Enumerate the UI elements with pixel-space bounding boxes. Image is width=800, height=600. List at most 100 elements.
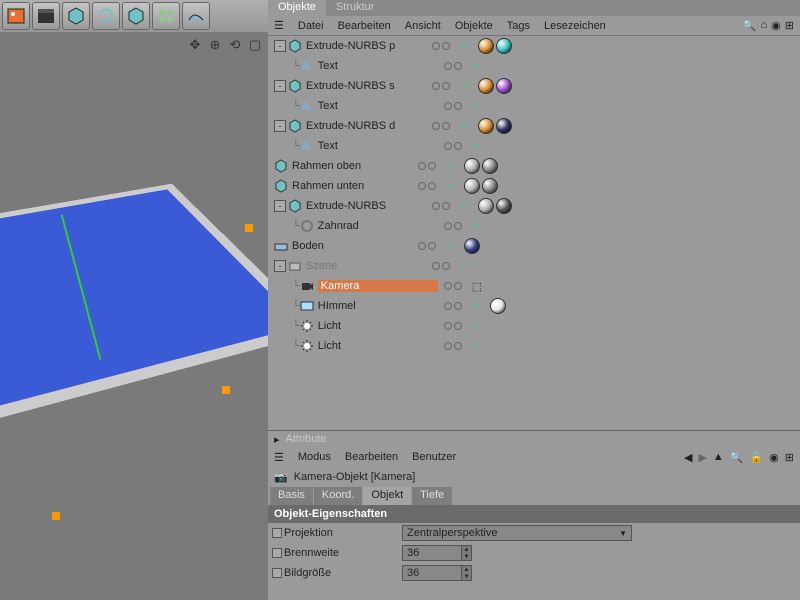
tree-label[interactable]: Licht: [318, 340, 438, 352]
menu-bookmarks[interactable]: Lesezeichen: [544, 20, 606, 32]
visibility-dots[interactable]: [444, 222, 468, 230]
material-tag[interactable]: [478, 198, 494, 214]
expand2-icon[interactable]: ⊞: [785, 451, 794, 464]
expand-toggle[interactable]: -: [274, 260, 286, 272]
tree-row[interactable]: └ Zahnrad✓: [268, 216, 800, 236]
menu-tags[interactable]: Tags: [507, 20, 530, 32]
back-icon[interactable]: ◀: [684, 451, 692, 464]
enable-check[interactable]: ✓: [460, 39, 470, 53]
material-tag[interactable]: [496, 78, 512, 94]
tab-structure[interactable]: Struktur: [326, 0, 385, 16]
tree-row[interactable]: -Extrude-NURBS✓: [268, 196, 800, 216]
tree-label[interactable]: Extrude-NURBS s: [306, 80, 426, 92]
expand-toggle[interactable]: -: [274, 80, 286, 92]
tool-cube-icon[interactable]: [62, 2, 90, 30]
tree-label[interactable]: Text: [318, 140, 438, 152]
orbit-icon[interactable]: ⟲: [226, 36, 244, 54]
tab-objects[interactable]: Objekte: [268, 0, 326, 16]
visibility-dots[interactable]: [432, 262, 456, 270]
tree-label[interactable]: Rahmen oben: [292, 160, 412, 172]
frame-icon[interactable]: ▢: [246, 36, 264, 54]
enable-check[interactable]: ✓: [472, 219, 482, 233]
om-menu-icon[interactable]: ☰: [274, 19, 284, 32]
visibility-dots[interactable]: [444, 282, 468, 290]
attr-toggle-icon[interactable]: ▸: [274, 433, 280, 446]
enable-check[interactable]: ✓: [472, 339, 482, 353]
tree-label[interactable]: Extrude-NURBS p: [306, 40, 426, 52]
object-tree[interactable]: -Extrude-NURBS p✓└ AText✓-Extrude-NURBS …: [268, 36, 800, 430]
enable-check[interactable]: ✓: [460, 259, 470, 273]
tree-label[interactable]: Extrude-NURBS d: [306, 120, 426, 132]
expand-icon[interactable]: ⊞: [785, 19, 794, 32]
enable-check[interactable]: ✓: [460, 119, 470, 133]
enable-check[interactable]: ✓: [460, 199, 470, 213]
eye2-icon[interactable]: ◉: [769, 451, 779, 464]
enable-check[interactable]: ✓: [472, 59, 482, 73]
visibility-dots[interactable]: [432, 202, 456, 210]
eye-icon[interactable]: ◉: [771, 19, 781, 32]
enable-check[interactable]: ✓: [472, 139, 482, 153]
tree-label[interactable]: Szene: [306, 260, 426, 272]
tree-label[interactable]: Text: [318, 100, 438, 112]
material-tag[interactable]: [464, 238, 480, 254]
tab-coord[interactable]: Koord.: [314, 487, 362, 505]
3d-viewport[interactable]: osd ✥ ⊕ ⟲ ▢: [0, 32, 268, 600]
material-tag[interactable]: [496, 198, 512, 214]
tree-label[interactable]: Kamera: [318, 280, 438, 292]
tree-row[interactable]: └ AText✓: [268, 56, 800, 76]
enable-check[interactable]: ✓: [460, 79, 470, 93]
anim-checkbox[interactable]: [272, 568, 282, 578]
tree-row[interactable]: - Extrude-NURBS d ✓: [268, 116, 800, 136]
tree-label[interactable]: Text: [318, 60, 438, 72]
expand-toggle[interactable]: -: [274, 200, 286, 212]
attr-menu-user[interactable]: Benutzer: [412, 451, 456, 463]
tree-row[interactable]: - Szene ✓: [268, 256, 800, 276]
tree-label[interactable]: HImmel: [318, 300, 438, 312]
selection-handle[interactable]: [245, 224, 253, 232]
expand-toggle[interactable]: -: [274, 120, 286, 132]
tool-array-icon[interactable]: [152, 2, 180, 30]
visibility-dots[interactable]: [418, 182, 442, 190]
tree-label[interactable]: Licht: [318, 320, 438, 332]
material-tag[interactable]: [478, 78, 494, 94]
visibility-dots[interactable]: [444, 142, 468, 150]
selection-handle[interactable]: [52, 512, 60, 520]
tree-row[interactable]: └ Licht✓: [268, 316, 800, 336]
tab-object[interactable]: Objekt: [363, 487, 411, 505]
enable-check[interactable]: ✓: [446, 159, 456, 173]
tree-label[interactable]: Rahmen unten: [292, 180, 412, 192]
tree-row[interactable]: Boden✓: [268, 236, 800, 256]
enable-check[interactable]: ✓: [472, 319, 482, 333]
menu-objects[interactable]: Objekte: [455, 20, 493, 32]
tool-deform-icon[interactable]: [182, 2, 210, 30]
material-tag[interactable]: [464, 178, 480, 194]
tree-row[interactable]: Rahmen unten ✓: [268, 176, 800, 196]
size-input[interactable]: 36: [402, 565, 462, 581]
expand-toggle[interactable]: -: [274, 40, 286, 52]
material-tag[interactable]: [496, 38, 512, 54]
focal-spinner[interactable]: ▲▼: [462, 545, 472, 561]
tool-rotate-icon[interactable]: [92, 2, 120, 30]
enable-check[interactable]: ✓: [446, 179, 456, 193]
attr-menu-edit[interactable]: Bearbeiten: [345, 451, 398, 463]
visibility-dots[interactable]: [444, 62, 468, 70]
material-tag[interactable]: [478, 118, 494, 134]
tree-row[interactable]: └ Kamera ⬚: [268, 276, 800, 296]
visibility-dots[interactable]: [432, 42, 456, 50]
visibility-dots[interactable]: [418, 242, 442, 250]
search-icon[interactable]: 🔍: [743, 19, 757, 32]
attr-menu-mode[interactable]: Modus: [298, 451, 331, 463]
tool-clapper-icon[interactable]: [32, 2, 60, 30]
menu-view[interactable]: Ansicht: [405, 20, 441, 32]
zoom-icon[interactable]: ⊕: [206, 36, 224, 54]
material-tag[interactable]: [490, 298, 506, 314]
material-tag[interactable]: [464, 158, 480, 174]
tab-depth[interactable]: Tiefe: [412, 487, 452, 505]
tool-image-icon[interactable]: [2, 2, 30, 30]
tree-row[interactable]: Rahmen oben ✓: [268, 156, 800, 176]
tree-row[interactable]: └ AText✓: [268, 136, 800, 156]
material-tag[interactable]: [496, 118, 512, 134]
enable-check[interactable]: ✓: [472, 99, 482, 113]
selection-handle[interactable]: [222, 386, 230, 394]
tool-cube2-icon[interactable]: [122, 2, 150, 30]
